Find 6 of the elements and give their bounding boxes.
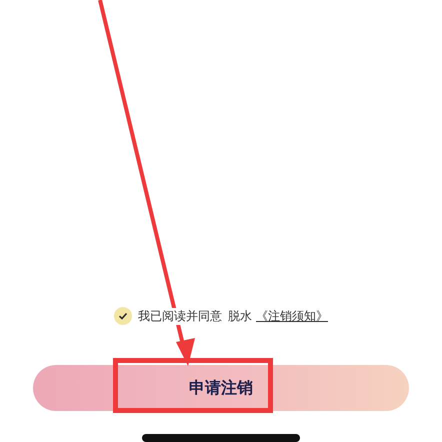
agreement-text: 我已阅读并同意: [138, 308, 222, 324]
check-icon: [118, 311, 128, 321]
checkbox[interactable]: [114, 307, 132, 325]
app-name: 脱水: [228, 308, 252, 324]
terms-link[interactable]: 《注销须知》: [256, 308, 328, 324]
apply-cancel-button[interactable]: 申请注销: [33, 365, 409, 411]
